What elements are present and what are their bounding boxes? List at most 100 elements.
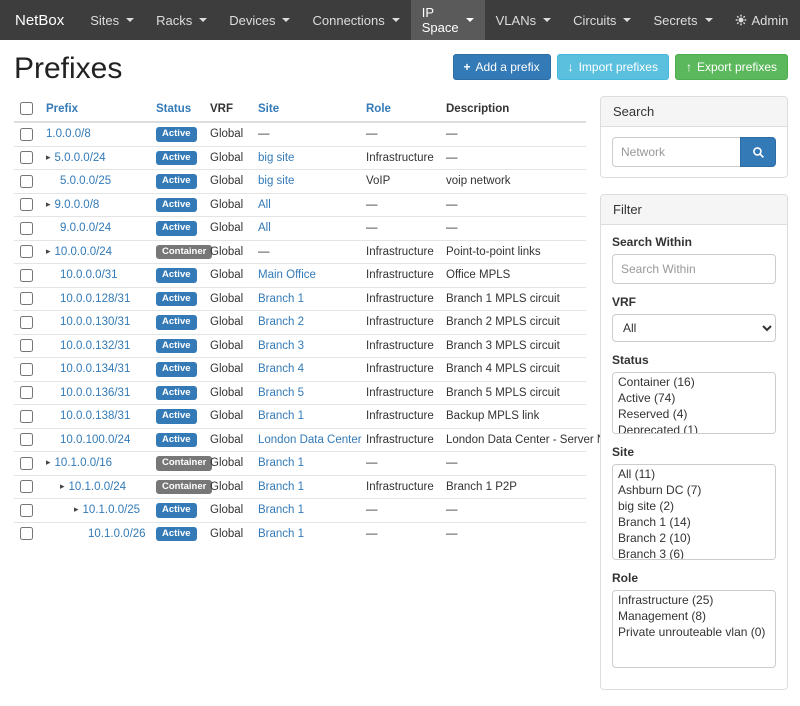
site-link[interactable]: Branch 1: [258, 410, 304, 422]
status-multiselect[interactable]: Container (16)Active (74)Reserved (4)Dep…: [612, 372, 776, 434]
site-link[interactable]: Branch 2: [258, 316, 304, 328]
prefix-link[interactable]: 10.1.0.0/26: [88, 528, 146, 540]
search-within-label: Search Within: [612, 235, 776, 249]
site-link[interactable]: big site: [258, 152, 294, 164]
nav-item-sites: Sites: [79, 0, 145, 40]
role-multiselect[interactable]: Infrastructure (25)Management (8)Private…: [612, 590, 776, 668]
role-cell: Infrastructure: [360, 264, 440, 288]
row-checkbox[interactable]: [20, 480, 33, 493]
row-checkbox[interactable]: [20, 292, 33, 305]
select-option[interactable]: Private unrouteable vlan (0): [614, 624, 774, 640]
prefix-link[interactable]: 10.1.0.0/25: [83, 504, 141, 516]
prefix-link[interactable]: 10.1.0.0/16: [55, 457, 113, 469]
prefix-link[interactable]: 5.0.0.0/24: [55, 152, 106, 164]
nav-link-secrets[interactable]: Secrets: [642, 0, 723, 40]
site-link[interactable]: London Data Center: [258, 434, 362, 446]
search-button[interactable]: [740, 137, 776, 167]
prefix-link[interactable]: 9.0.0.0/8: [55, 199, 100, 211]
prefix-link[interactable]: 10.0.0.136/31: [60, 387, 130, 399]
prefix-link[interactable]: 10.1.0.0/24: [69, 481, 127, 493]
row-checkbox[interactable]: [20, 457, 33, 470]
nav-link-admin[interactable]: Admin: [724, 0, 800, 40]
row-checkbox[interactable]: [20, 222, 33, 235]
row-checkbox[interactable]: [20, 175, 33, 188]
table-row: 10.0.0.136/31ActiveGlobalBranch 5Infrast…: [14, 381, 586, 405]
nav-link-connections[interactable]: Connections: [301, 0, 410, 40]
nav-link-circuits[interactable]: Circuits: [562, 0, 642, 40]
prefix-link[interactable]: 10.0.0.132/31: [60, 340, 130, 352]
prefix-link[interactable]: 10.0.0.0/24: [55, 246, 113, 258]
row-checkbox[interactable]: [20, 269, 33, 282]
row-checkbox[interactable]: [20, 527, 33, 540]
row-checkbox[interactable]: [20, 198, 33, 211]
add-a-prefix-button[interactable]: +Add a prefix: [453, 54, 551, 80]
select-all-checkbox[interactable]: [20, 102, 33, 115]
nav-link-ip-space[interactable]: IP Space: [411, 0, 485, 40]
select-option[interactable]: Infrastructure (25): [614, 592, 774, 608]
site-link[interactable]: big site: [258, 175, 294, 187]
site-link[interactable]: Branch 1: [258, 293, 304, 305]
select-option[interactable]: Branch 3 (6): [614, 546, 774, 560]
row-checkbox[interactable]: [20, 339, 33, 352]
row-checkbox[interactable]: [20, 151, 33, 164]
sort-link-site[interactable]: Site: [258, 103, 279, 115]
sort-link-role[interactable]: Role: [366, 103, 391, 115]
prefix-link[interactable]: 1.0.0.0/8: [46, 128, 91, 140]
select-option[interactable]: Branch 2 (10): [614, 530, 774, 546]
nav-item-secrets: Secrets: [642, 0, 723, 40]
vrf-select[interactable]: All: [612, 314, 776, 342]
status-field: StatusContainer (16)Active (74)Reserved …: [612, 353, 776, 434]
row-checkbox[interactable]: [20, 386, 33, 399]
search-input[interactable]: [612, 137, 740, 167]
site-link[interactable]: All: [258, 199, 271, 211]
site-multiselect[interactable]: All (11)Ashburn DC (7)big site (2)Branch…: [612, 464, 776, 560]
description-cell: Branch 3 MPLS circuit: [440, 334, 586, 358]
nav-link-racks[interactable]: Racks: [145, 0, 218, 40]
prefix-link[interactable]: 5.0.0.0/25: [60, 175, 111, 187]
prefix-link[interactable]: 10.0.0.0/31: [60, 269, 118, 281]
nav-link-sites[interactable]: Sites: [79, 0, 145, 40]
prefix-link[interactable]: 10.0.0.130/31: [60, 316, 130, 328]
expand-arrow-icon: ▸: [60, 481, 65, 491]
nav-link-vlans[interactable]: VLANs: [485, 0, 562, 40]
import-prefixes-button[interactable]: ↓Import prefixes: [557, 54, 669, 80]
select-option[interactable]: Deprecated (1): [614, 422, 774, 434]
prefix-link[interactable]: 10.0.0.138/31: [60, 410, 130, 422]
nav-link-devices[interactable]: Devices: [218, 0, 301, 40]
site-link[interactable]: All: [258, 222, 271, 234]
prefix-link[interactable]: 10.0.100.0/24: [60, 434, 130, 446]
select-option[interactable]: Container (16): [614, 374, 774, 390]
row-checkbox[interactable]: [20, 128, 33, 141]
site-link[interactable]: Branch 1: [258, 528, 304, 540]
site-link[interactable]: Branch 4: [258, 363, 304, 375]
prefix-link[interactable]: 10.0.0.128/31: [60, 293, 130, 305]
select-option[interactable]: All (11): [614, 466, 774, 482]
select-option[interactable]: Active (74): [614, 390, 774, 406]
app-logo[interactable]: NetBox: [0, 0, 79, 40]
site-link[interactable]: Branch 3: [258, 340, 304, 352]
select-option[interactable]: Management (8): [614, 608, 774, 624]
select-option[interactable]: big site (2): [614, 498, 774, 514]
search-within-input[interactable]: [612, 254, 776, 284]
row-checkbox[interactable]: [20, 316, 33, 329]
role-cell: Infrastructure: [360, 358, 440, 382]
select-option[interactable]: Branch 1 (14): [614, 514, 774, 530]
row-checkbox[interactable]: [20, 245, 33, 258]
sort-link-status[interactable]: Status: [156, 103, 191, 115]
row-checkbox[interactable]: [20, 433, 33, 446]
sort-link-prefix[interactable]: Prefix: [46, 103, 78, 115]
export-prefixes-button[interactable]: ↑Export prefixes: [675, 54, 788, 80]
site-link[interactable]: Branch 1: [258, 481, 304, 493]
prefix-link[interactable]: 9.0.0.0/24: [60, 222, 111, 234]
site-link[interactable]: Main Office: [258, 269, 316, 281]
select-option[interactable]: Reserved (4): [614, 406, 774, 422]
site-link[interactable]: Branch 1: [258, 504, 304, 516]
row-checkbox[interactable]: [20, 504, 33, 517]
row-checkbox[interactable]: [20, 363, 33, 376]
filter-fields: Search WithinVRFAllStatusContainer (16)A…: [601, 225, 787, 689]
site-link[interactable]: Branch 1: [258, 457, 304, 469]
select-option[interactable]: Ashburn DC (7): [614, 482, 774, 498]
prefix-link[interactable]: 10.0.0.134/31: [60, 363, 130, 375]
row-checkbox[interactable]: [20, 410, 33, 423]
site-link[interactable]: Branch 5: [258, 387, 304, 399]
